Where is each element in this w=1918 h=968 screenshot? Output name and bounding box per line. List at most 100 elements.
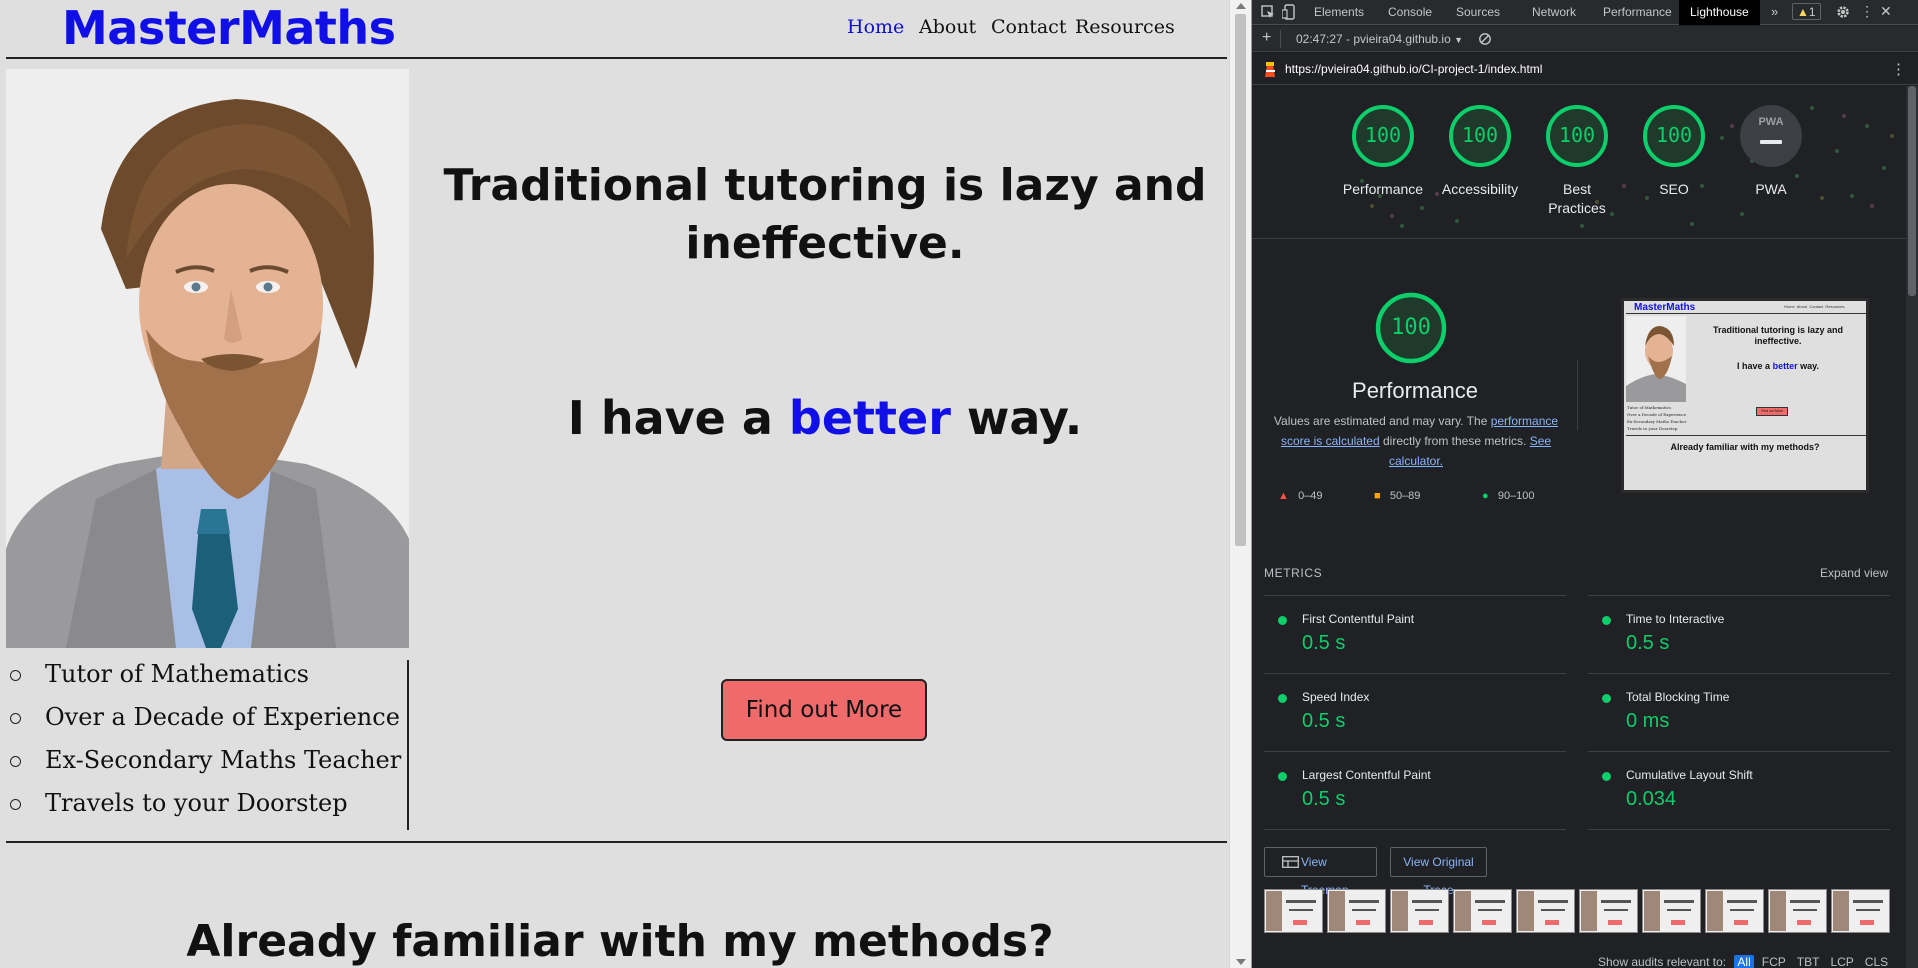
- report-scrollbar-thumb[interactable]: [1908, 86, 1916, 296]
- metric-name: Total Blocking Time: [1626, 690, 1730, 704]
- list-item-text: Ex-Secondary Maths Teacher: [45, 746, 402, 774]
- final-screenshot-preview[interactable]: MasterMaths Home About Contact Resources…: [1621, 298, 1869, 493]
- report-selector[interactable]: 02:47:27 - pvieira04.github.io ▼: [1296, 32, 1463, 46]
- nav-resources[interactable]: Resources: [1075, 16, 1175, 38]
- subhead-pre: I have a: [567, 391, 789, 445]
- warning-count: 1: [1808, 5, 1816, 19]
- toolbar-divider: [1280, 30, 1281, 48]
- new-report-icon[interactable]: +: [1262, 29, 1271, 47]
- audit-chip-all[interactable]: All: [1734, 955, 1754, 968]
- warnings-badge[interactable]: ▲1: [1792, 3, 1821, 20]
- scroll-up-icon[interactable]: [1236, 3, 1246, 9]
- filmstrip-portrait: [1644, 891, 1660, 931]
- filmstrip-text: [1541, 909, 1565, 911]
- filmstrip-text: [1856, 909, 1880, 911]
- inspect-icon[interactable]: [1261, 5, 1275, 19]
- device-toolbar-icon[interactable]: [1282, 4, 1296, 20]
- filmstrip-frame: [1264, 889, 1323, 933]
- audit-chip-lcp[interactable]: LCP: [1827, 955, 1856, 968]
- metric-time-to-interactive: Time to Interactive 0.5 s: [1588, 595, 1890, 673]
- tab-lighthouse[interactable]: Lighthouse: [1679, 0, 1760, 25]
- gauge-pwa[interactable]: PWA: [1739, 104, 1803, 168]
- gauge-label-pwa: PWA: [1755, 181, 1787, 197]
- expand-view-toggle[interactable]: Expand view: [1820, 566, 1888, 580]
- preview-section-heading: Already familiar with my methods?: [1670, 442, 1820, 452]
- preview-subhead-accent: better: [1772, 361, 1798, 371]
- fail-triangle-icon: ▲: [1278, 490, 1289, 502]
- filmstrip-button: [1671, 920, 1685, 925]
- bullet-divider: [407, 660, 409, 830]
- performance-score: 100: [1391, 315, 1431, 340]
- filmstrip-text: [1349, 900, 1379, 903]
- tab-sources[interactable]: Sources: [1456, 5, 1500, 19]
- pass-dot-icon: [1278, 694, 1287, 703]
- scrollbar-thumb[interactable]: [1235, 14, 1246, 546]
- legend-average-label: 50–89: [1389, 490, 1421, 502]
- pass-dot-icon: [1602, 772, 1611, 781]
- filmstrip-text: [1415, 909, 1439, 911]
- gauge-accessibility[interactable]: 100: [1448, 104, 1512, 168]
- filmstrip-button: [1293, 920, 1307, 925]
- view-original-trace-button[interactable]: View Original Trace: [1390, 847, 1487, 897]
- nav-contact[interactable]: Contact: [991, 16, 1066, 38]
- tab-console[interactable]: Console: [1388, 5, 1432, 19]
- preview-subhead-post: way.: [1797, 361, 1819, 371]
- tab-performance[interactable]: Performance: [1603, 5, 1672, 19]
- view-treemap-button[interactable]: View Treemap: [1264, 847, 1377, 897]
- filmstrip-text: [1730, 909, 1754, 911]
- report-url[interactable]: https://pvieira04.github.io/CI-project-1…: [1285, 62, 1542, 76]
- legend-fail-label: 0–49: [1298, 490, 1323, 502]
- gauge-performance[interactable]: 100: [1351, 104, 1415, 168]
- warning-icon: ▲: [1797, 5, 1809, 19]
- gauge-seo[interactable]: 100: [1642, 104, 1706, 168]
- filmstrip-frame: [1579, 889, 1638, 933]
- lighthouse-icon: [1265, 62, 1275, 77]
- pwa-badge-icon: [1740, 105, 1802, 167]
- treemap-icon: [1282, 856, 1299, 868]
- filmstrip-portrait: [1266, 891, 1282, 931]
- gauge-label-seo: SEO: [1659, 181, 1689, 197]
- metric-value: 0.5 s: [1626, 632, 1670, 654]
- report-scrollbar[interactable]: [1906, 86, 1918, 968]
- nav-home[interactable]: Home: [847, 16, 904, 38]
- preview-divider: [1626, 313, 1866, 314]
- more-tabs-icon[interactable]: »: [1771, 4, 1778, 19]
- audit-chip-cls[interactable]: CLS: [1862, 955, 1891, 968]
- devtools-tabbar: Elements Console Sources Network Perform…: [1252, 0, 1918, 25]
- pass-circle-icon: ●: [1482, 490, 1489, 502]
- preview-divider: [1626, 435, 1866, 436]
- preview-bullet: Over a Decade of Experience: [1627, 412, 1687, 417]
- legend-fail: ▲ 0–49: [1278, 490, 1323, 502]
- kebab-menu-icon[interactable]: ⋮: [1860, 3, 1874, 20]
- gear-icon[interactable]: [1836, 5, 1850, 19]
- nav-about[interactable]: About: [919, 16, 976, 38]
- find-out-more-button[interactable]: Find out More: [721, 679, 927, 741]
- metric-value: 0.5 s: [1302, 788, 1346, 810]
- filmstrip-portrait: [1770, 891, 1786, 931]
- website-viewport: MasterMaths Home About Contact Resources: [0, 0, 1229, 968]
- metric-value: 0.5 s: [1302, 632, 1346, 654]
- preview-bullets: Tutor of Mathematics Over a Decade of Ex…: [1627, 404, 1686, 432]
- filmstrip-text: [1478, 909, 1502, 911]
- page-scrollbar[interactable]: [1229, 0, 1251, 968]
- gauge-best-practices[interactable]: 100: [1545, 104, 1609, 168]
- clear-icon[interactable]: [1478, 32, 1492, 46]
- tab-network[interactable]: Network: [1532, 5, 1576, 19]
- filmstrip-button: [1734, 920, 1748, 925]
- tab-elements[interactable]: Elements: [1314, 5, 1364, 19]
- scroll-down-icon[interactable]: [1236, 959, 1246, 965]
- filmstrip-text: [1475, 900, 1505, 903]
- close-icon[interactable]: ✕: [1880, 3, 1892, 20]
- gauges-divider: [1252, 238, 1906, 239]
- pass-dot-icon: [1602, 694, 1611, 703]
- audit-chip-tbt[interactable]: TBT: [1794, 955, 1823, 968]
- filmstrip-text: [1286, 900, 1316, 903]
- audit-chip-fcp[interactable]: FCP: [1759, 955, 1789, 968]
- list-item-text: Travels to your Doorstep: [45, 789, 348, 817]
- site-logo[interactable]: MasterMaths: [62, 0, 396, 56]
- filmstrip-text: [1664, 900, 1694, 903]
- report-menu-icon[interactable]: ⋮: [1891, 60, 1906, 78]
- filmstrip-button: [1482, 920, 1496, 925]
- metrics-heading: METRICS: [1264, 566, 1323, 580]
- performance-title: Performance: [1352, 378, 1478, 403]
